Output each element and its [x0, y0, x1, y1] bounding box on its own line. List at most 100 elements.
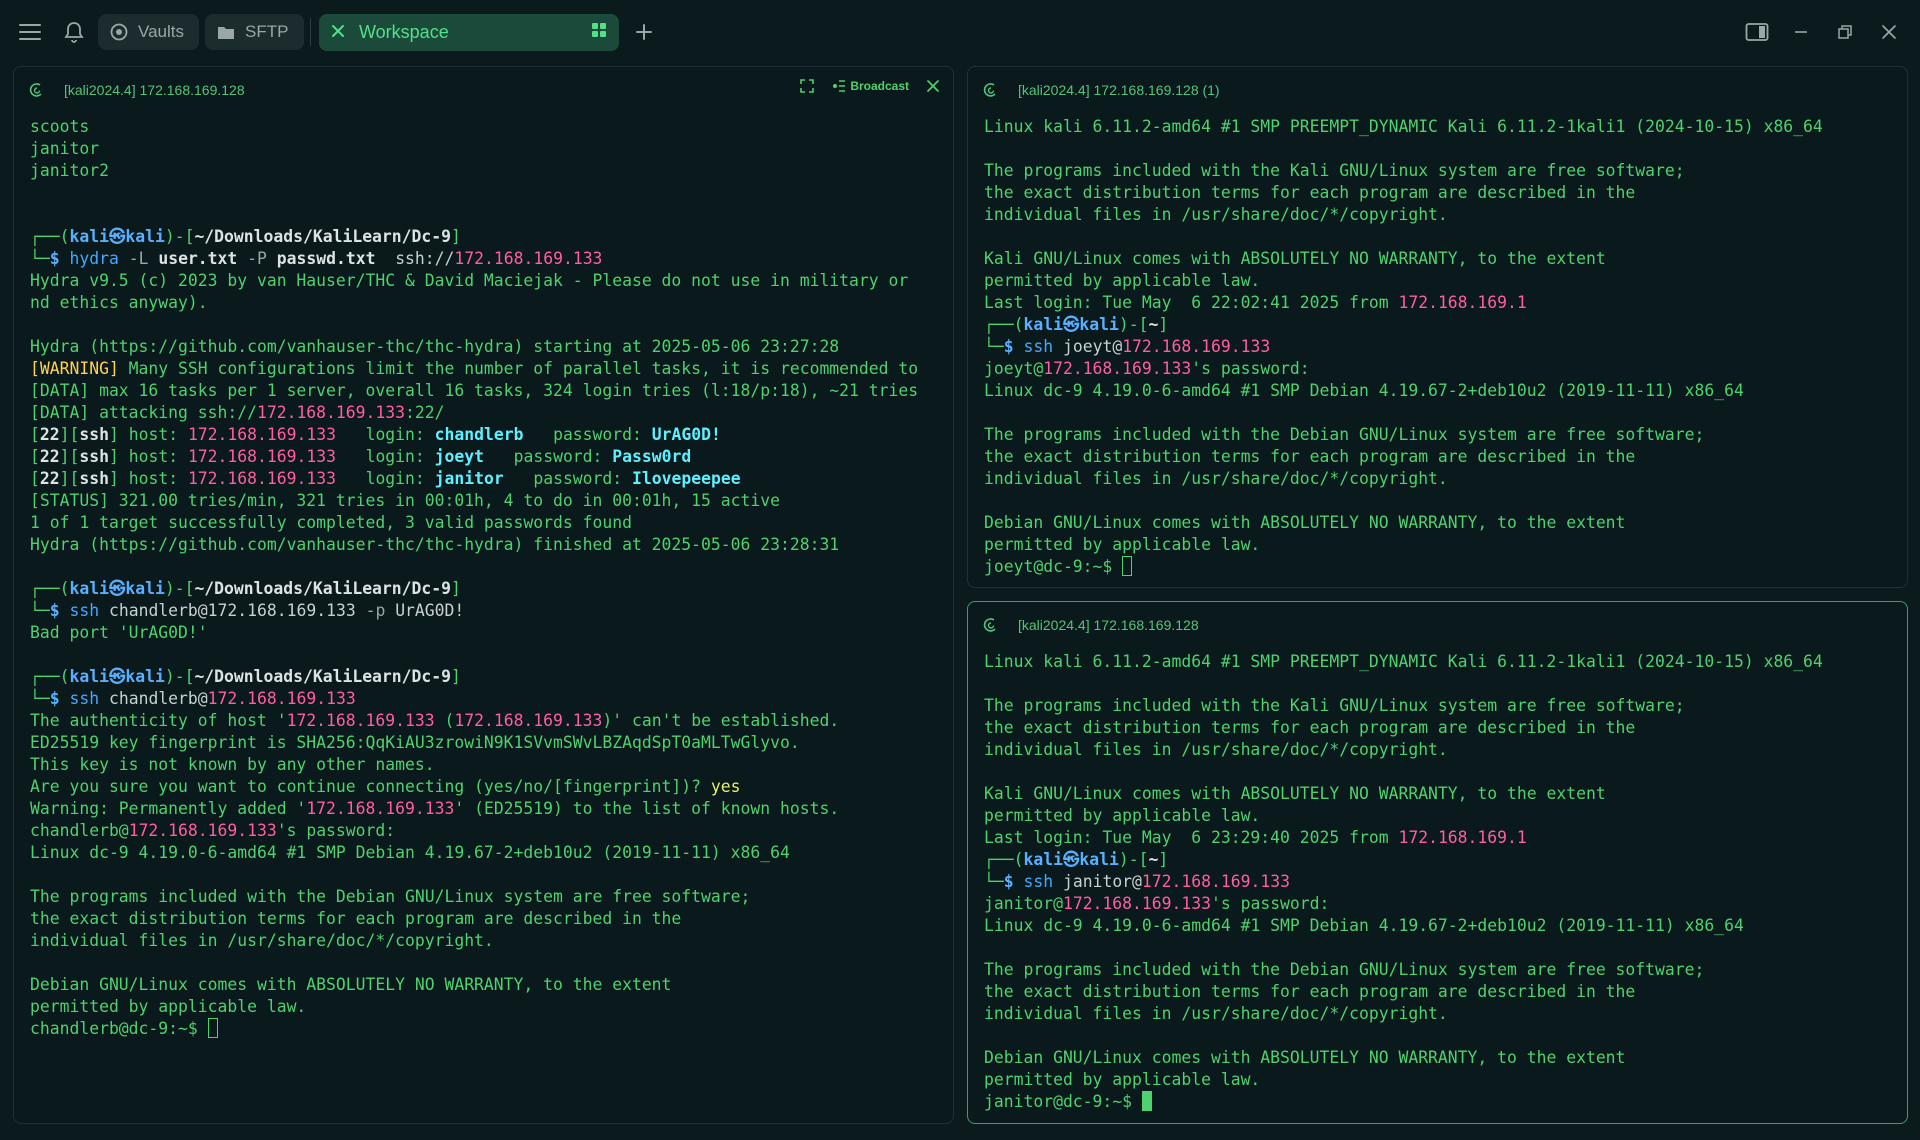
terminal-text: ssh: [79, 425, 109, 444]
close-window-icon[interactable]: [1875, 18, 1903, 46]
hamburger-icon[interactable]: [16, 18, 44, 46]
terminal-text: permitted by applicable law.: [984, 1070, 1261, 1089]
workspace-label: Workspace: [359, 22, 449, 42]
terminal-text: The programs included with the Kali GNU/…: [984, 696, 1685, 715]
terminal-line: ┌──(kali㉿kali)-[~/Downloads/KaliLearn/Dc…: [30, 578, 943, 600]
minimize-icon[interactable]: [1787, 18, 1815, 46]
terminal-text: [DATA] attacking ssh://: [30, 403, 257, 422]
terminal-text: 172.168.169.133: [1043, 359, 1192, 378]
terminal-text: permitted by applicable law.: [984, 806, 1261, 825]
terminal-text: $: [49, 689, 70, 708]
terminal-text: 172.168.169.133: [187, 447, 336, 466]
terminal-text: login:: [335, 425, 435, 444]
terminal-line: permitted by applicable law.: [984, 534, 1897, 556]
terminal-text: user.txt: [158, 249, 238, 268]
terminal-output[interactable]: Linux kali 6.11.2-amd64 #1 SMP PREEMPT_D…: [984, 116, 1897, 578]
terminal-text: 22: [39, 469, 60, 488]
terminal-text: This key is not known by any other names…: [30, 755, 435, 774]
terminal-line: the exact distribution terms for each pr…: [30, 908, 943, 930]
terminal-text: :22/: [405, 403, 445, 422]
terminal-text: Linux dc-9 4.19.0-6-amd64 #1 SMP Debian …: [984, 381, 1744, 400]
terminal-text: 22: [39, 425, 60, 444]
terminal-pane-right-bottom[interactable]: [kali2024.4] 172.168.169.128 Linux kali …: [967, 601, 1908, 1124]
terminal-text: ┌──(: [984, 315, 1024, 334]
tab-workspace[interactable]: Workspace: [319, 14, 619, 51]
terminal-output[interactable]: scoots janitor janitor2 ┌──(kali㉿kali)-[~/D…: [30, 116, 943, 1040]
terminal-text: ED25519 key fingerprint is SHA256:QqKiAU…: [30, 733, 800, 752]
terminal-line: Kali GNU/Linux comes with ABSOLUTELY NO …: [984, 248, 1897, 270]
terminal-line: └─$ ssh joeyt@172.168.169.133: [984, 336, 1897, 358]
vaults-tab[interactable]: Vaults: [98, 14, 199, 50]
terminal-text: Kali GNU/Linux comes with ABSOLUTELY NO …: [984, 784, 1606, 803]
tab-divider: [310, 18, 311, 46]
debian-icon: [983, 83, 996, 97]
bell-icon[interactable]: [60, 18, 88, 46]
terminal-text: Hydra v9.5 (c) 2023 by van Hauser/THC & …: [30, 271, 909, 290]
terminal-line: The programs included with the Debian GN…: [984, 959, 1897, 981]
terminal-pane-right-top[interactable]: [kali2024.4] 172.168.169.128 (1) Linux k…: [967, 66, 1908, 588]
terminal-text: janitor: [30, 139, 100, 158]
restore-icon[interactable]: [1831, 18, 1859, 46]
terminal-text: Last login: Tue May 6 22:02:41 2025 from: [984, 293, 1399, 312]
terminal-line: individual files in /usr/share/doc/*/cop…: [984, 204, 1897, 226]
terminal-text: Linux kali 6.11.2-amd64 #1 SMP PREEMPT_D…: [984, 117, 1823, 136]
pane-actions: Broadcast: [800, 79, 939, 93]
terminal-text: Hydra (https://github.com/vanhauser-thc/…: [30, 535, 840, 554]
terminal-text: ~/Downloads/KaliLearn/Dc-9: [194, 227, 452, 246]
terminal-text: the exact distribution terms for each pr…: [984, 718, 1636, 737]
broadcast-button[interactable]: Broadcast: [832, 79, 909, 93]
terminal-text: ]: [451, 667, 461, 686]
pane-title: [kali2024.4] 172.168.169.128: [1018, 617, 1199, 633]
terminal-text: [: [30, 469, 40, 488]
terminal-text: 172.168.169.133: [454, 711, 603, 730]
maximize-icon[interactable]: [800, 79, 815, 93]
terminal-text: ~: [1148, 315, 1159, 334]
terminal-line: permitted by applicable law.: [30, 996, 943, 1018]
terminal-line: individual files in /usr/share/doc/*/cop…: [984, 468, 1897, 490]
terminal-pane-left[interactable]: [kali2024.4] 172.168.169.128 Broadcast s…: [13, 66, 954, 1124]
terminal-text: 's password:: [1191, 359, 1310, 378]
plus-icon[interactable]: [630, 18, 658, 46]
terminal-text: ][: [59, 469, 80, 488]
pane-title: [kali2024.4] 172.168.169.128: [64, 82, 245, 98]
terminal-text: )-[: [164, 227, 195, 246]
terminal-text: 172.168.169.133: [207, 601, 356, 620]
terminal-text: 172.168.169.133: [256, 403, 405, 422]
terminal-line: Linux dc-9 4.19.0-6-amd64 #1 SMP Debian …: [30, 842, 943, 864]
terminal-text: -L: [118, 249, 159, 268]
terminal-text: Debian GNU/Linux comes with ABSOLUTELY N…: [30, 975, 672, 994]
terminal-line: Hydra (https://github.com/vanhauser-thc/…: [30, 336, 943, 358]
terminal-text: [STATUS] 321.00 tries/min, 321 tries in …: [30, 491, 780, 510]
sftp-tab[interactable]: SFTP: [205, 14, 304, 50]
terminal-text: The authenticity of host ': [30, 711, 287, 730]
close-pane-icon[interactable]: [927, 80, 939, 92]
terminal-text: $: [49, 601, 70, 620]
terminal-text: the exact distribution terms for each pr…: [984, 183, 1636, 202]
terminal-line: └─$ hydra -L user.txt -P passwd.txt ssh:…: [30, 248, 943, 270]
terminal-line: Linux dc-9 4.19.0-6-amd64 #1 SMP Debian …: [984, 915, 1897, 937]
split-view-icon[interactable]: [1743, 18, 1771, 46]
terminal-line: Kali GNU/Linux comes with ABSOLUTELY NO …: [984, 783, 1897, 805]
terminal-text: password:: [503, 469, 633, 488]
terminal-text: ┌──(: [984, 850, 1024, 869]
terminal-line: Bad port 'UrAG0D!': [30, 622, 943, 644]
close-tab-icon[interactable]: [331, 22, 345, 43]
terminal-text: login:: [335, 469, 435, 488]
terminal-text: joeyt: [434, 447, 484, 466]
terminal-text: 172.168.169.133: [1141, 872, 1290, 891]
terminal-output[interactable]: Linux kali 6.11.2-amd64 #1 SMP PREEMPT_D…: [984, 651, 1897, 1113]
terminal-text: scoots: [30, 117, 90, 136]
terminal-line: Debian GNU/Linux comes with ABSOLUTELY N…: [984, 512, 1897, 534]
terminal-line: janitor: [30, 138, 943, 160]
terminal-text: yes: [710, 777, 741, 796]
terminal-text: $: [1003, 872, 1024, 891]
terminal-text: Linux kali 6.11.2-amd64 #1 SMP PREEMPT_D…: [984, 652, 1823, 671]
terminal-line: nd ethics anyway).: [30, 292, 943, 314]
grid-layout-icon[interactable]: [591, 22, 607, 43]
terminal-text: password:: [523, 425, 652, 444]
